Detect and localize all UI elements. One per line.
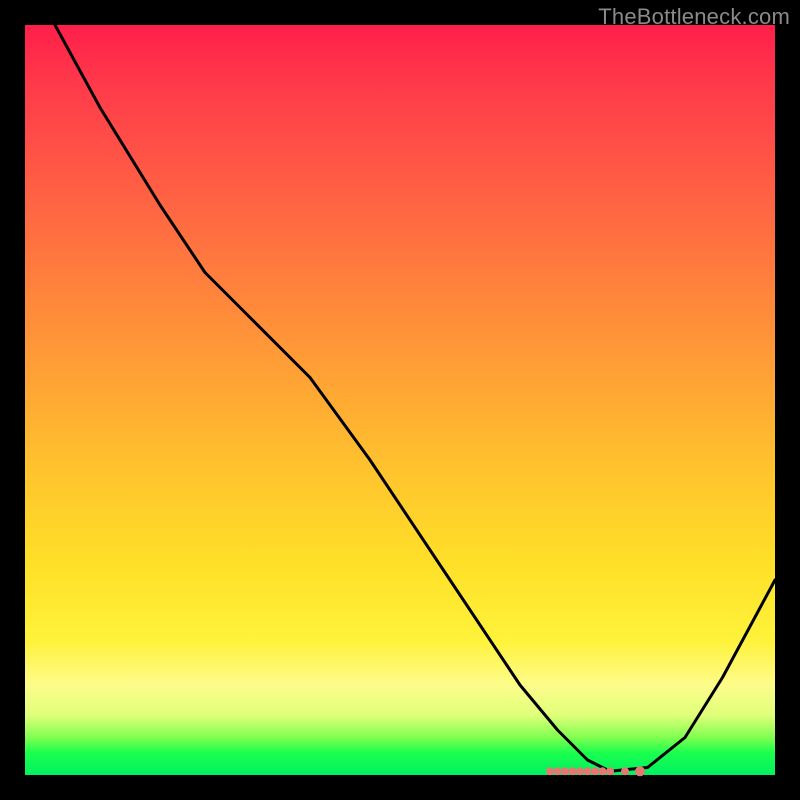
watermark-text: TheBottleneck.com [598,4,790,30]
minimum-dot [591,767,599,775]
minimum-dot [576,767,584,775]
minimum-dot [635,766,645,776]
minimum-dot [599,767,607,775]
bottleneck-curve [55,25,775,771]
plot-area [25,25,775,775]
curve-svg [25,25,775,775]
minimum-dot [606,767,614,775]
minimum-dot [621,767,629,775]
minimum-dot [546,767,554,775]
chart-frame: TheBottleneck.com [0,0,800,800]
minimum-dot [561,767,569,775]
minimum-dot [584,767,592,775]
minimum-dot [554,767,562,775]
minimum-dot [569,767,577,775]
